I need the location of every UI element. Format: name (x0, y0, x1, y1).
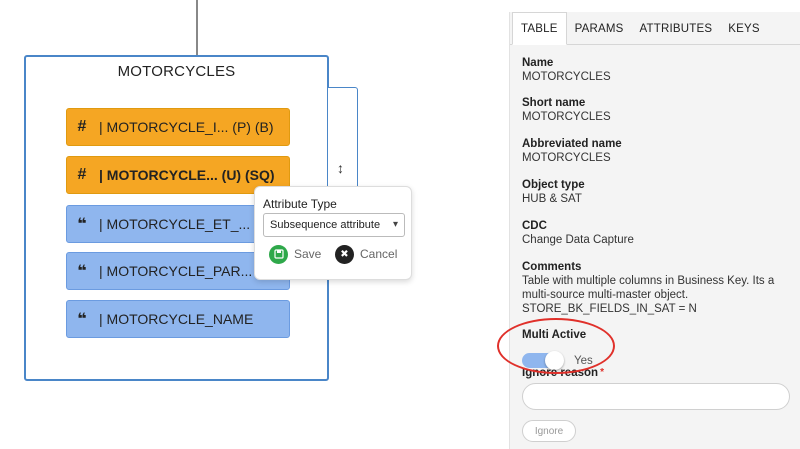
cancel-button[interactable]: ✖ Cancel (335, 243, 397, 265)
required-mark: * (600, 367, 604, 378)
field-value: MOTORCYCLES (522, 111, 611, 123)
resize-vertical-icon[interactable]: ↕ (337, 160, 344, 176)
save-label: Save (294, 247, 322, 261)
attribute-row[interactable]: ❝ | MOTORCYCLE_NAME (66, 300, 290, 338)
annotation-highlight-ellipse (497, 318, 615, 374)
tab-params[interactable]: PARAMS (567, 12, 632, 45)
field-label: Object type (522, 179, 585, 191)
tab-attributes[interactable]: ATTRIBUTES (632, 12, 721, 45)
diagram-canvas[interactable]: MOTORCYCLES # | MOTORCYCLE_I... (P) (B) … (0, 0, 505, 449)
object-type-field: Object type HUB & SAT (522, 179, 792, 206)
field-value: Table with multiple columns in Business … (522, 275, 775, 315)
properties-panel: TABLE PARAMS ATTRIBUTES KEYS Name MOTORC… (509, 12, 800, 449)
name-field: Name MOTORCYCLES (522, 57, 792, 84)
quote-icon: ❝ (77, 311, 87, 328)
save-icon (269, 244, 288, 264)
ignore-button[interactable]: Ignore (522, 420, 576, 442)
popup-title: Attribute Type (263, 197, 337, 211)
cdc-field: CDC Change Data Capture (522, 220, 792, 247)
field-value: MOTORCYCLES (522, 71, 611, 83)
quote-icon: ❝ (77, 263, 87, 280)
attribute-label: | MOTORCYCLE_NAME (99, 311, 254, 327)
tab-keys[interactable]: KEYS (720, 12, 767, 45)
attribute-type-select[interactable]: Subsequence attribute ▾ (263, 213, 405, 237)
field-label: Comments (522, 261, 582, 273)
field-value: MOTORCYCLES (522, 152, 611, 164)
save-button[interactable]: Save (269, 243, 321, 265)
attribute-label: | MOTORCYCLE... (U) (SQ) (99, 167, 275, 183)
tab-table[interactable]: TABLE (512, 12, 567, 45)
short-name-field: Short name MOTORCYCLES (522, 97, 792, 124)
attribute-type-popup: Attribute Type Subsequence attribute ▾ S… (254, 186, 412, 280)
panel-tabs: TABLE PARAMS ATTRIBUTES KEYS (510, 12, 800, 45)
cancel-label: Cancel (360, 247, 398, 261)
comments-field: Comments Table with multiple columns in … (522, 261, 784, 316)
field-label: CDC (522, 220, 547, 232)
entity-title: MOTORCYCLES (117, 63, 236, 80)
attribute-row[interactable]: # | MOTORCYCLE_I... (P) (B) (66, 108, 290, 146)
hash-icon: # (77, 118, 87, 135)
field-label: Short name (522, 97, 586, 109)
field-value: Change Data Capture (522, 234, 634, 246)
attribute-label: | MOTORCYCLE_I... (P) (B) (99, 119, 274, 135)
field-label: Abbreviated name (522, 138, 622, 150)
close-icon: ✖ (335, 244, 354, 264)
ignore-reason-input[interactable] (522, 383, 790, 410)
quote-icon: ❝ (77, 216, 87, 233)
selected-option: Subsequence attribute (270, 219, 381, 231)
chevron-down-icon: ▾ (392, 219, 398, 230)
field-value: HUB & SAT (522, 193, 582, 205)
field-label: Name (522, 57, 554, 69)
hash-icon: # (77, 166, 87, 183)
abbreviated-name-field: Abbreviated name MOTORCYCLES (522, 138, 792, 165)
relationship-connector-line (196, 0, 198, 57)
